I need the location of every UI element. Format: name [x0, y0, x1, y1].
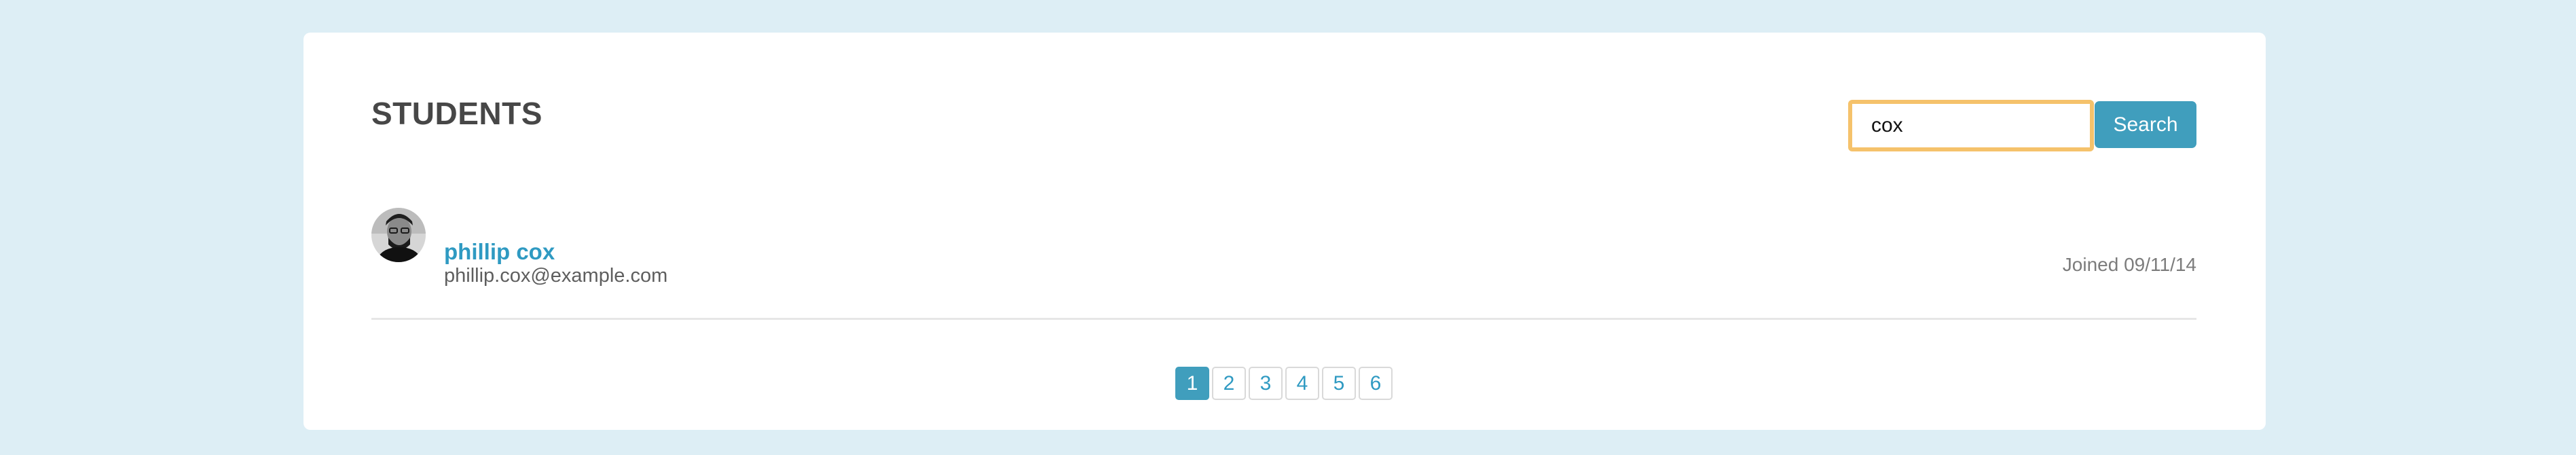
page-2-button[interactable]: 2	[1212, 367, 1246, 400]
page-3-button[interactable]: 3	[1249, 367, 1283, 400]
student-name-link[interactable]: phillip cox	[444, 240, 555, 263]
page-1-button[interactable]: 1	[1175, 367, 1209, 400]
joined-date: Joined 09/11/14	[2062, 254, 2196, 275]
avatar	[371, 208, 426, 262]
student-email: phillip.cox@example.com	[444, 265, 668, 287]
search-input[interactable]	[1848, 100, 2094, 151]
page-title: STUDENTS	[371, 96, 542, 131]
page-5-button[interactable]: 5	[1322, 367, 1356, 400]
search-button[interactable]: Search	[2095, 101, 2196, 148]
pagination: 1 2 3 4 5 6	[1175, 367, 1393, 400]
page-4-button[interactable]: 4	[1285, 367, 1319, 400]
students-card: STUDENTS Search phillip cox phillip.cox@…	[303, 33, 2266, 430]
student-row: phillip cox phillip.cox@example.com Join…	[371, 196, 2196, 320]
page-6-button[interactable]: 6	[1359, 367, 1393, 400]
